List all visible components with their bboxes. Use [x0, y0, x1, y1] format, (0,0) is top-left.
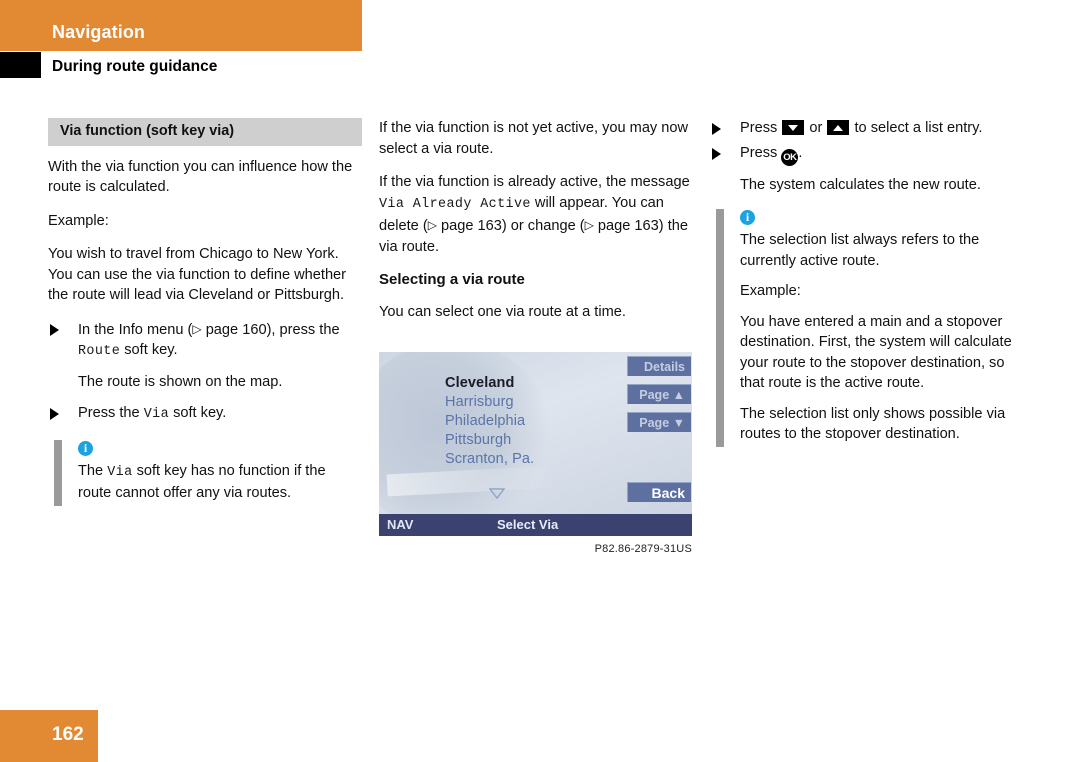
page-reference: page 160 — [205, 321, 267, 338]
figure-navigation-screenshot: Cleveland Harrisburg Philadelphia Pittsb… — [379, 352, 692, 555]
device-status-bar: NAV Select Via — [379, 514, 692, 536]
softkey-page-down[interactable]: Page ▼ — [627, 412, 691, 432]
softkey-name: Via — [107, 464, 133, 480]
triangle-bullet-icon — [712, 147, 721, 160]
action-text-part: ), press the — [266, 321, 340, 338]
action-text-part: Press — [740, 120, 782, 136]
action-text-part: Press the — [78, 405, 144, 421]
softkey-name: Route — [78, 344, 121, 359]
device-screen: Cleveland Harrisburg Philadelphia Pittsb… — [379, 352, 692, 536]
page-ref-arrow-icon: ▷ — [427, 218, 437, 232]
section-title: During route guidance — [52, 58, 218, 75]
paragraph-part: If the via function is already active, t… — [379, 174, 690, 190]
note-text-part: The — [78, 462, 108, 479]
scroll-down-icon[interactable] — [489, 488, 505, 499]
note-paragraph: You have entered a main and a stopover d… — [740, 313, 1012, 392]
paragraph: You can select one via route at a time. — [379, 303, 626, 320]
paragraph-part: ) or change ( — [501, 218, 585, 234]
info-note: i The Via soft key has no function if th… — [48, 438, 362, 506]
softkey-page-up[interactable]: Page ▲ — [627, 384, 691, 404]
via-route-list[interactable]: Cleveland Harrisburg Philadelphia Pittsb… — [445, 374, 625, 469]
triangle-bullet-icon — [712, 123, 721, 135]
paragraph: Example: — [48, 212, 109, 229]
text-column-2: If the via function is not yet active, y… — [379, 118, 693, 335]
note-paragraph: The selection list only shows possible v… — [740, 405, 1006, 443]
action-result: The system calculates the new route. — [740, 176, 981, 193]
subheading: Selecting a via route — [379, 271, 525, 288]
action-text-part: In the Info menu ( — [78, 321, 193, 338]
note-paragraph: The Via soft key has no function if the … — [78, 461, 362, 504]
action-step: Press OK. — [710, 143, 1024, 166]
action-text-part: to select a list entry. — [850, 120, 983, 136]
section-marker-square — [0, 52, 41, 78]
action-text-part: or — [805, 120, 827, 136]
info-icon: i — [740, 210, 755, 225]
arrow-down-key-icon — [782, 120, 805, 135]
list-item[interactable]: Pittsburgh — [445, 431, 625, 450]
action-step: Press or to select a list entry. — [710, 118, 1024, 139]
list-item[interactable]: Cleveland — [445, 374, 625, 393]
arrow-up-key-icon — [827, 120, 850, 135]
info-icon: i — [78, 440, 93, 456]
info-note: i The selection list always refers to th… — [710, 207, 1024, 447]
text-column-1: Via function (soft key via) With the via… — [48, 118, 362, 516]
action-text-part: Press — [740, 144, 782, 161]
softkey-back[interactable]: Back — [627, 482, 691, 502]
action-text-part: soft key. — [120, 342, 178, 358]
paragraph: If the via function is already active, t… — [379, 172, 693, 257]
note-rule — [716, 209, 724, 447]
note-rule — [54, 439, 62, 506]
figure-caption: P82.86-2879-31US — [594, 543, 692, 555]
ok-key-icon: OK — [781, 148, 799, 166]
page-reference: page 163 — [440, 218, 502, 234]
status-bar-mode: NAV — [387, 517, 414, 532]
softkey-name: Via — [143, 407, 170, 422]
softkey-details[interactable]: Details — [627, 356, 691, 376]
page-number: 162 — [52, 724, 84, 745]
list-item[interactable]: Philadelphia — [445, 412, 625, 431]
system-message-text: Via Already Active — [379, 196, 531, 212]
page-ref-arrow-icon: ▷ — [584, 218, 594, 232]
chapter-title: Navigation — [52, 22, 146, 42]
via-route-list-area[interactable]: Cleveland Harrisburg Philadelphia Pittsb… — [379, 352, 624, 514]
action-result: The route is shown on the map. — [78, 373, 283, 390]
page-reference: page 163 — [597, 218, 659, 234]
note-paragraph: Example: — [740, 283, 801, 299]
list-item[interactable]: Scranton, Pa. — [445, 450, 625, 469]
action-text-part: soft key. — [169, 405, 227, 421]
triangle-bullet-icon — [50, 323, 59, 336]
paragraph: With the via function you can influence … — [48, 158, 353, 196]
text-column-3: Press or to select a list entry. Press O… — [710, 118, 1024, 457]
action-step: In the Info menu (▷ page 160), press the… — [48, 319, 362, 363]
section-heading-band: Via function (soft key via) — [48, 118, 362, 146]
status-bar-title: Select Via — [497, 517, 559, 532]
list-item[interactable]: Harrisburg — [445, 393, 625, 412]
action-step: Press the Via soft key. — [48, 403, 362, 426]
triangle-bullet-icon — [50, 408, 59, 420]
note-paragraph: The selection list always refers to the … — [740, 232, 980, 269]
page-ref-arrow-icon: ▷ — [192, 321, 202, 336]
action-text-part: . — [798, 144, 803, 161]
paragraph: If the via function is not yet active, y… — [379, 120, 689, 157]
paragraph: You wish to travel from Chicago to New Y… — [48, 246, 347, 303]
